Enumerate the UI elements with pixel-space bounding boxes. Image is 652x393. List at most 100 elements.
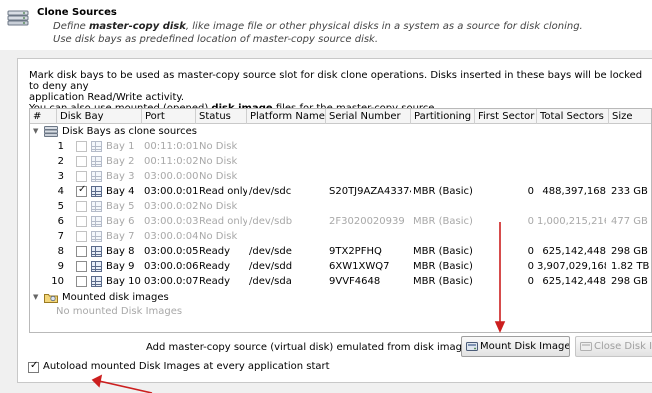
column-header-total-sectors[interactable]: Total Sectors bbox=[537, 109, 609, 124]
disk-size: 298 GB bbox=[611, 246, 648, 257]
first-sector: 0 bbox=[527, 246, 534, 257]
bay-status: No Disk bbox=[199, 201, 238, 212]
partitioning bbox=[413, 169, 475, 184]
bay-port: 03:00.0:01 bbox=[144, 186, 198, 197]
bay-status: No Disk bbox=[199, 156, 238, 167]
page-title: Clone Sources bbox=[37, 7, 117, 18]
disk-size bbox=[611, 199, 651, 214]
bay-checkbox[interactable] bbox=[76, 276, 87, 287]
autoload-checkbox[interactable]: ✓ bbox=[28, 360, 39, 373]
total-sectors: 488,397,168 bbox=[542, 186, 606, 197]
disk-bay-grid-icon bbox=[91, 261, 102, 272]
first-sector bbox=[475, 199, 534, 214]
desc-text: , like image file or other physical disk… bbox=[185, 21, 583, 32]
bay-port: 03:00.0:02 bbox=[144, 201, 198, 212]
mount-button-label: Mount Disk Image bbox=[480, 341, 570, 352]
row-number: 1 bbox=[57, 141, 64, 152]
first-sector: 0 bbox=[527, 186, 534, 197]
bay-status: Read only bbox=[199, 186, 247, 197]
bay-checkbox[interactable] bbox=[76, 201, 87, 212]
row-number: 3 bbox=[57, 171, 64, 182]
total-sectors: 625,142,448 bbox=[542, 246, 606, 257]
serial-number: 9VVF4648 bbox=[329, 276, 381, 287]
disk-bay-table[interactable]: # Disk Bay Port Status Platform Name Ser… bbox=[29, 108, 652, 333]
column-header-status[interactable]: Status bbox=[196, 109, 247, 124]
bay-status: Ready bbox=[199, 276, 231, 287]
disk-size: 1.82 TB bbox=[611, 261, 650, 272]
page-description: Define master-copy disk, like image file… bbox=[53, 20, 583, 46]
disk-bay-grid-icon bbox=[91, 141, 102, 152]
bay-checkbox[interactable] bbox=[76, 156, 87, 167]
bay-name: Bay 10 bbox=[106, 276, 141, 287]
column-header-partitioning[interactable]: Partitioning bbox=[411, 109, 475, 124]
total-sectors bbox=[537, 229, 606, 244]
disk-stack-icon bbox=[44, 126, 58, 137]
serial-number bbox=[329, 199, 411, 214]
bay-checkbox[interactable]: ✓ bbox=[76, 184, 87, 197]
bay-name: Bay 4 bbox=[106, 186, 135, 197]
bay-checkbox[interactable] bbox=[76, 171, 87, 182]
column-header-port[interactable]: Port bbox=[142, 109, 196, 124]
serial-number bbox=[329, 229, 411, 244]
column-header-first-sector[interactable]: First Sector bbox=[475, 109, 537, 124]
group-label: Disk Bays as clone sources bbox=[62, 126, 197, 137]
desc-text: Use disk bays as predefined location of … bbox=[53, 34, 379, 45]
platform-name bbox=[249, 154, 326, 169]
table-row[interactable]: 1 Bay 1 00:11:0:01 No Disk bbox=[30, 139, 651, 154]
bay-checkbox[interactable] bbox=[76, 231, 87, 242]
check-mark-icon: ✓ bbox=[30, 360, 39, 371]
collapse-triangle-icon[interactable]: ▼ bbox=[33, 294, 38, 301]
table-row[interactable]: 2 Bay 2 00:11:0:02 No Disk bbox=[30, 154, 651, 169]
table-row[interactable]: 8 Bay 8 03:00.0:05 Ready/dev/sde 9TX2PFHQ MBR… bbox=[30, 244, 651, 259]
empty-images-row: No mounted Disk Images bbox=[30, 304, 651, 319]
disk-size: 298 GB bbox=[611, 276, 648, 287]
table-row[interactable]: 10 Bay 10 03:00.0:07 Ready/dev/sda 9VVF4648 M… bbox=[30, 274, 651, 289]
column-header-serial-number[interactable]: Serial Number bbox=[326, 109, 411, 124]
group-row-disk-bays[interactable]: ▼ Disk Bays as clone sources bbox=[30, 124, 651, 139]
bay-port: 03:00.0:07 bbox=[144, 276, 198, 287]
bay-checkbox[interactable] bbox=[76, 261, 87, 272]
partitioning: MBR (Basic) bbox=[413, 186, 473, 197]
serial-number bbox=[329, 139, 411, 154]
autoload-label-text: Autoload mounted Disk Images at every ap… bbox=[43, 361, 330, 372]
platform-name bbox=[249, 199, 326, 214]
row-number: 9 bbox=[57, 261, 64, 272]
bay-checkbox[interactable] bbox=[76, 216, 87, 227]
table-row[interactable]: 6 Bay 6 03:00.0:03 Read only/dev/sdb 2F30200… bbox=[30, 214, 651, 229]
platform-name bbox=[249, 139, 326, 154]
table-row[interactable]: 7 Bay 7 03:00.0:04 No Disk bbox=[30, 229, 651, 244]
bay-checkbox[interactable] bbox=[76, 246, 87, 257]
platform-name bbox=[249, 169, 326, 184]
platform-name: /dev/sdc bbox=[249, 186, 292, 197]
close-disk-image-button[interactable]: Close Disk Image bbox=[575, 336, 652, 357]
table-row[interactable]: 4 ✓ Bay 4 03:00.0:01 Read only/dev/sdc S20TJ9… bbox=[30, 184, 651, 199]
bay-port: 03:00.0:00 bbox=[144, 171, 198, 182]
bay-checkbox[interactable] bbox=[76, 141, 87, 152]
table-row[interactable]: 3 Bay 3 03:00.0:00 No Disk bbox=[30, 169, 651, 184]
first-sector: 0 bbox=[527, 216, 534, 227]
column-header-platform-name[interactable]: Platform Name bbox=[247, 109, 326, 124]
total-sectors bbox=[537, 139, 606, 154]
disk-bay-grid-icon bbox=[91, 216, 102, 227]
table-row[interactable]: 5 Bay 5 03:00.0:02 No Disk bbox=[30, 199, 651, 214]
first-sector bbox=[475, 169, 534, 184]
table-row[interactable]: 9 Bay 9 03:00.0:06 Ready/dev/sdd 6XW1XWQ7 MBR… bbox=[30, 259, 651, 274]
platform-name: /dev/sda bbox=[249, 276, 292, 287]
first-sector bbox=[475, 139, 534, 154]
total-sectors: 3,907,029,168 bbox=[537, 261, 606, 272]
collapse-triangle-icon[interactable]: ▼ bbox=[33, 128, 38, 135]
platform-name: /dev/sdd bbox=[249, 261, 293, 272]
column-header-number[interactable]: # bbox=[30, 109, 57, 124]
autoload-label[interactable]: Autoload mounted Disk Images at every ap… bbox=[43, 361, 330, 372]
table-header: # Disk Bay Port Status Platform Name Ser… bbox=[30, 109, 651, 124]
column-header-size[interactable]: Size bbox=[609, 109, 651, 124]
mount-disk-image-button[interactable]: Mount Disk Image bbox=[461, 336, 570, 357]
group-row-mounted-images[interactable]: ▼ Mounted disk images bbox=[30, 290, 651, 305]
close-button-label: Close Disk Image bbox=[594, 341, 652, 352]
first-sector: 0 bbox=[527, 261, 534, 272]
column-header-disk-bay[interactable]: Disk Bay bbox=[57, 109, 142, 124]
partitioning: MBR (Basic) bbox=[413, 246, 473, 257]
first-sector bbox=[475, 229, 534, 244]
folder-disk-icon bbox=[44, 294, 58, 303]
intro-line: application Read/Write activity. bbox=[29, 92, 185, 103]
